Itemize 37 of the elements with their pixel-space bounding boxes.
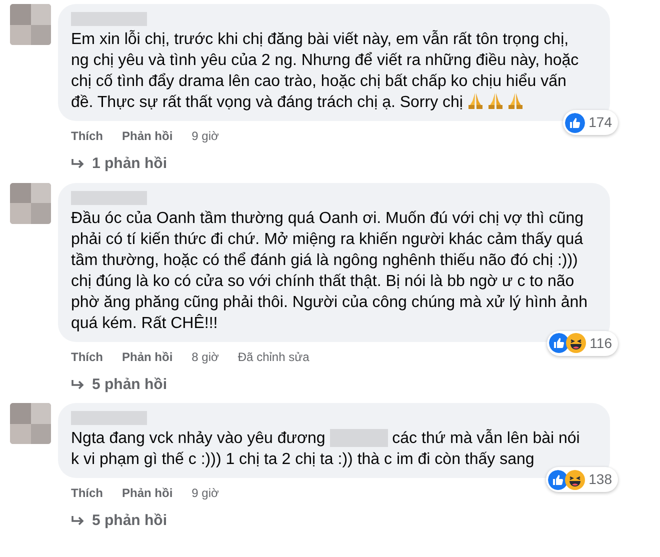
reaction-count: 116	[590, 334, 612, 352]
reply-arrow-icon	[71, 515, 85, 528]
praying-hands-icon	[487, 92, 504, 110]
praying-hands-icon	[507, 92, 524, 110]
view-replies-link[interactable]: 5 phản hồi	[58, 366, 167, 400]
view-replies-link[interactable]: 1 phản hồi	[58, 145, 167, 180]
avatar[interactable]	[10, 4, 51, 45]
like-link[interactable]: Thích	[71, 127, 103, 145]
timestamp: 8 giờ	[192, 348, 219, 366]
reply-link[interactable]: Phản hồi	[122, 484, 173, 502]
reaction-count: 174	[588, 113, 612, 132]
redacted-word	[330, 429, 388, 447]
view-replies-link[interactable]: 5 phản hồi	[58, 502, 167, 536]
thumbs-up-icon	[548, 333, 569, 353]
reaction-count: 138	[588, 470, 612, 489]
like-link[interactable]: Thích	[71, 484, 103, 502]
laughing-face-icon	[566, 333, 586, 353]
praying-hands-icon	[467, 92, 484, 110]
reply-arrow-icon	[71, 158, 85, 170]
timestamp: 9 giờ	[192, 128, 219, 145]
laughing-face-icon	[564, 470, 585, 490]
timestamp: 9 giờ	[192, 485, 219, 502]
comment-text: Em xin lỗi chị, trước khi chị đăng bài viết này, em vẫn rất tôn trọng chị, ng chị yêu và tình yêu của 2 ng. Nhưng để viết ra những điều này, hoặc chị cố tình đẩy drama lên cao trào, hoặc chị bất chấp ko chịu hiểu vấn đề. Thực sự rất thất vọng và đáng trách chị ạ. Sorry chị	[71, 29, 580, 113]
reply-link[interactable]: Phản hồi	[122, 127, 173, 145]
avatar[interactable]	[10, 403, 51, 444]
edited-label: Đã chỉnh sửa	[238, 348, 310, 366]
reply-link[interactable]: Phản hồi	[122, 348, 173, 366]
reaction-badge[interactable]: 116	[546, 330, 618, 356]
like-link[interactable]: Thích	[71, 348, 103, 366]
comment-text: Đầu óc của Oanh tầm thường quá Oanh ơi. Muốn đú với chị vợ thì cũng phải có tí kiến thức đi chứ. Mở miệng ra khiến người khác cảm thấy quá tầm thường, hoặc có thể đánh giá là ngông nghênh thiếu não đó chị :))) chị đúng là ko có cửa so với chính thất thật. Bị nói là bb ngờ ư c to não phờ ăng phăng cũng phải thôi. Người của công chúng mà xử lý hình ảnh quá kém. Rất CHÊ!!!	[71, 208, 588, 334]
reaction-badge[interactable]: 174	[562, 110, 618, 135]
reply-arrow-icon	[71, 378, 85, 391]
avatar[interactable]	[10, 182, 51, 224]
comment-text: Ngta đang vck nhảy vào yêu đương các thứ mà vẫn lên bài nói k vi phạm gì thế c :))) 1 chị ta 2 chị ta :)) thà c im đi còn thấy sang	[71, 428, 581, 470]
thumbs-up-icon	[548, 470, 568, 490]
reaction-badge[interactable]: 138	[546, 467, 618, 492]
thumbs-up-icon	[564, 112, 585, 132]
